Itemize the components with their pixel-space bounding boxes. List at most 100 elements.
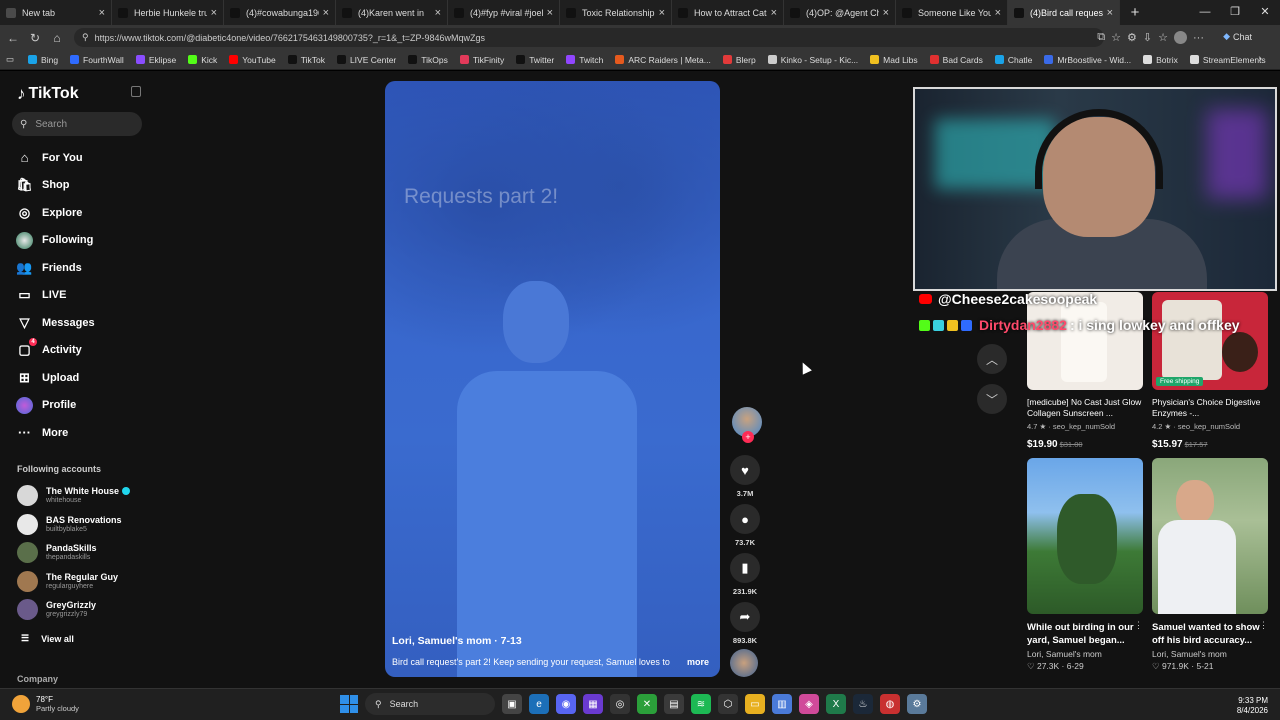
close-window-icon[interactable]: ✕ xyxy=(1250,0,1280,25)
tiktok-logo[interactable]: ♪ TikTok xyxy=(17,84,79,104)
photos-icon[interactable]: ▤ xyxy=(664,694,684,714)
extensions-icon[interactable]: ⚙ xyxy=(1127,31,1137,44)
bookmark-item[interactable]: Twitter xyxy=(516,55,554,65)
video-card[interactable]: Samuel wanted to show off his bird accur… xyxy=(1152,458,1268,672)
bookmark-item[interactable]: Bad Cards xyxy=(929,55,983,65)
save-action[interactable]: ▮ 231.9K xyxy=(728,553,762,596)
view-all-button[interactable]: ☰ View all xyxy=(21,633,74,644)
video-author[interactable]: Lori, Samuel's mom · 7-13 xyxy=(392,635,522,647)
close-tab-icon[interactable]: × xyxy=(435,7,441,19)
app-grid-icon[interactable]: ▦ xyxy=(583,694,603,714)
caption-more-button[interactable]: more xyxy=(687,657,709,667)
heart-icon[interactable]: ♥ xyxy=(730,455,760,485)
nav-item-shop[interactable]: 🛍 Shop xyxy=(16,172,95,200)
settings-icon[interactable]: ⬡ xyxy=(718,694,738,714)
comment-icon[interactable]: ● xyxy=(730,504,760,534)
company-link[interactable]: Company xyxy=(17,674,58,684)
sidebar-toggle-icon[interactable]: ▭ xyxy=(6,54,14,65)
weather-widget[interactable]: 78°F Partly cloudy xyxy=(12,695,79,713)
video-player[interactable]: Requests part 2! Lori, Samuel's mom · 7-… xyxy=(385,81,720,677)
profile-avatar[interactable] xyxy=(1174,31,1187,44)
nav-item-explore[interactable]: ◎ Explore xyxy=(16,199,95,227)
close-tab-icon[interactable]: × xyxy=(211,7,217,19)
music-disc-icon[interactable] xyxy=(730,649,758,677)
browser-tab[interactable]: How to Attract Cats wi × xyxy=(672,0,784,25)
favorites-icon[interactable]: ☆ xyxy=(1158,31,1168,44)
nav-item-upload[interactable]: ⊞ Upload xyxy=(16,364,95,392)
bookmark-item[interactable]: YouTube xyxy=(229,55,276,65)
following-account[interactable]: The Regular Guy regularguyhere xyxy=(17,570,118,592)
video-thumbnail[interactable] xyxy=(1027,458,1143,614)
product-card[interactable]: Free shipping Physician's Choice Digesti… xyxy=(1152,292,1268,450)
chat-button[interactable]: ◆ Chat xyxy=(1223,31,1252,42)
edge-icon[interactable]: e xyxy=(529,694,549,714)
account-avatar[interactable] xyxy=(17,485,38,506)
bookmark-item[interactable]: Eklipse xyxy=(135,55,176,65)
account-avatar[interactable] xyxy=(17,542,38,563)
browser-tab[interactable]: Someone Like You Ad × xyxy=(896,0,1008,25)
file-explorer-icon[interactable]: ▭ xyxy=(745,694,765,714)
new-tab-button[interactable]: + xyxy=(1124,4,1146,21)
bookmark-item[interactable]: TikFinity xyxy=(459,55,504,65)
nav-item-messages[interactable]: ▽ Messages xyxy=(16,309,95,337)
browser-tab[interactable]: (4)Karen went in × xyxy=(336,0,448,25)
close-tab-icon[interactable]: × xyxy=(883,7,889,19)
obs-icon[interactable]: ◎ xyxy=(610,694,630,714)
bookmark-item[interactable]: Kinko - Setup - Kic... xyxy=(767,55,858,65)
xbox-icon[interactable]: ✕ xyxy=(637,694,657,714)
nav-item-more[interactable]: ··· More xyxy=(16,419,95,447)
close-tab-icon[interactable]: × xyxy=(99,7,105,19)
bookmark-item[interactable]: TikTok xyxy=(287,55,325,65)
site-info-icon[interactable]: ⚲ xyxy=(82,32,89,43)
browser-tab[interactable]: New tab × xyxy=(0,0,112,25)
bookmark-star-icon[interactable]: ☆ xyxy=(1111,31,1121,44)
share-action[interactable]: ➦ 893.8K xyxy=(728,602,762,645)
bookmark-item[interactable]: Mad Libs xyxy=(870,55,918,65)
restore-icon[interactable]: ❐ xyxy=(1220,0,1250,25)
account-avatar[interactable] xyxy=(17,599,38,620)
bookmark-item[interactable]: TikOps xyxy=(408,55,448,65)
collapse-sidebar-icon[interactable] xyxy=(131,86,141,97)
browser-tab[interactable]: (4)#fyp #viral #joelarp × xyxy=(448,0,560,25)
close-tab-icon[interactable]: × xyxy=(659,7,665,19)
task-view-icon[interactable]: ▣ xyxy=(502,694,522,714)
browser-tab[interactable]: Toxic Relationship Sign × xyxy=(560,0,672,25)
previous-video-button[interactable]: ︿ xyxy=(977,344,1007,374)
app-icon[interactable]: ◍ xyxy=(880,694,900,714)
bookmark-item[interactable]: FourthWall xyxy=(70,55,124,65)
bookmark-item[interactable]: Bing xyxy=(28,55,58,65)
nav-item-following[interactable]: Following xyxy=(16,227,95,255)
browser-tab[interactable]: (4)Bird call reques × xyxy=(1008,0,1120,25)
system-clock[interactable]: 9:33 PM 8/4/2026 xyxy=(1237,696,1268,716)
nav-item-for-you[interactable]: ⌂ For You xyxy=(16,144,95,172)
bookmark-item[interactable]: MrBoostlive - Wid... xyxy=(1044,55,1131,65)
follow-plus-icon[interactable]: + xyxy=(742,431,754,443)
reload-icon[interactable]: ↻ xyxy=(24,31,46,45)
close-tab-icon[interactable]: × xyxy=(1107,7,1113,19)
creator-avatar[interactable]: + xyxy=(732,407,762,443)
product-thumbnail[interactable]: Free shipping xyxy=(1152,292,1268,390)
nav-item-friends[interactable]: 👥 Friends xyxy=(16,254,95,282)
close-tab-icon[interactable]: × xyxy=(995,7,1001,19)
browser-tab[interactable]: Herbie Hunkele trump × xyxy=(112,0,224,25)
like-action[interactable]: ♥ 3.7M xyxy=(728,455,762,498)
bookmark-item[interactable]: Botrix xyxy=(1143,55,1178,65)
more-options-icon[interactable]: ⋮ xyxy=(1259,620,1268,631)
bookmarks-overflow-icon[interactable]: › xyxy=(1258,53,1262,65)
bookmark-item[interactable]: ARC Raiders | Meta... xyxy=(615,55,711,65)
video-card[interactable]: While out birding in our yard, Samuel be… xyxy=(1027,458,1143,672)
close-tab-icon[interactable]: × xyxy=(547,7,553,19)
nav-item-live[interactable]: ▭ LIVE xyxy=(16,282,95,310)
browser-tab[interactable]: (4)#cowabunga1966_ × xyxy=(224,0,336,25)
more-options-icon[interactable]: ⋮ xyxy=(1134,620,1143,631)
bookmark-item[interactable]: Blerp xyxy=(722,55,756,65)
following-account[interactable]: BAS Renovations builtbyblake5 xyxy=(17,513,122,535)
home-icon[interactable]: ⌂ xyxy=(46,31,68,45)
steam-icon[interactable]: ♨ xyxy=(853,694,873,714)
share-icon[interactable]: ➦ xyxy=(730,602,760,632)
discord-icon[interactable]: ◉ xyxy=(556,694,576,714)
bookmark-item[interactable]: Twitch xyxy=(566,55,603,65)
bookmark-item[interactable]: Chatle xyxy=(994,55,1032,65)
gear-icon[interactable]: ⚙ xyxy=(907,694,927,714)
close-tab-icon[interactable]: × xyxy=(771,7,777,19)
